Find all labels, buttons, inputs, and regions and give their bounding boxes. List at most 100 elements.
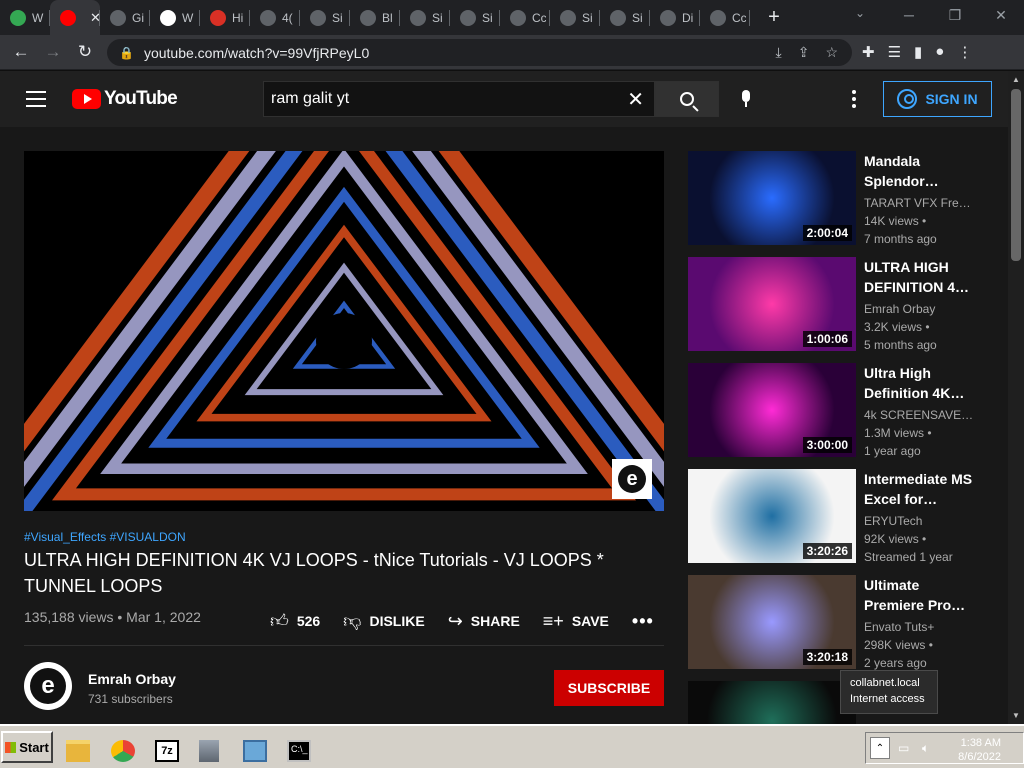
youtube-logo[interactable]: YouTube bbox=[72, 88, 178, 110]
command-prompt-icon[interactable]: C:\_ bbox=[287, 740, 311, 762]
puzzle-globe-icon bbox=[510, 9, 526, 26]
extensions-puzzle-icon[interactable]: ✚ bbox=[862, 43, 875, 61]
like-button[interactable]: 👍︎ 526 bbox=[270, 610, 320, 632]
tooltip-line: collabnet.local bbox=[850, 677, 920, 689]
address-bar[interactable]: 🔒 youtube.com/watch?v=99VfjRPeyL0 ⤓ ⇪ ☆ bbox=[107, 39, 852, 66]
recommended-video[interactable]: 3:20:26 Intermediate MS Excel for… ERYUTec… bbox=[688, 469, 988, 564]
browser-tab[interactable]: Cc bbox=[500, 0, 550, 35]
playlist-add-icon: ≡+ bbox=[542, 610, 564, 631]
lock-icon[interactable]: 🔒 bbox=[119, 46, 134, 60]
url-text: youtube.com/watch?v=99VfjRPeyL0 bbox=[143, 44, 370, 61]
recommended-channel: Emrah Orbay bbox=[864, 302, 936, 316]
browser-tab[interactable]: Si bbox=[300, 0, 350, 35]
wordpress-icon bbox=[160, 9, 176, 26]
recommended-age: Streamed 1 year bbox=[864, 550, 953, 564]
chrome-menu-icon[interactable]: ⋮ bbox=[957, 43, 972, 61]
browser-tab[interactable]: Gi bbox=[100, 0, 150, 35]
windows-taskbar: Start 7z C:\_ ⌃ ▭ 🔈︎ 1:38 AM 8/6/2022 bbox=[0, 724, 1024, 768]
globe-icon bbox=[560, 9, 576, 26]
browser-tab[interactable]: ✕ bbox=[50, 0, 101, 35]
video-duration: 3:00:00 bbox=[802, 437, 852, 453]
share-button[interactable]: ↪ SHARE bbox=[448, 611, 520, 632]
more-actions-icon[interactable]: ••• bbox=[632, 611, 654, 632]
install-app-icon[interactable]: ⤓ bbox=[776, 44, 782, 61]
watch-page: e #Visual_Effects #VISUALDON ULTRA HIGH … bbox=[0, 127, 1008, 724]
network-icon[interactable]: ▭ bbox=[898, 741, 909, 755]
minimize-icon[interactable]: ─ bbox=[886, 0, 932, 30]
start-button[interactable]: Start bbox=[1, 731, 53, 763]
channel-name[interactable]: Emrah Orbay bbox=[88, 671, 176, 687]
search-button[interactable] bbox=[655, 81, 719, 117]
sign-in-button[interactable]: SIGN IN bbox=[883, 81, 992, 117]
search-input[interactable]: ram galit yt ✕ bbox=[263, 81, 655, 117]
page-scrollbar[interactable]: ▲ ▼ bbox=[1008, 71, 1024, 724]
clock[interactable]: 1:38 AM 8/6/2022 bbox=[958, 736, 1001, 764]
browser-tab[interactable]: Si bbox=[600, 0, 650, 35]
start-label: Start bbox=[19, 739, 49, 755]
browser-tab[interactable]: Di bbox=[650, 0, 700, 35]
dislike-button[interactable]: 👎︎ DISLIKE bbox=[343, 610, 425, 632]
bookmark-star-icon[interactable]: ☆ bbox=[825, 44, 838, 61]
video-thumbnail bbox=[688, 681, 856, 724]
browser-tab-strip: W ✕ Gi W Hi 4(Si Bl Si Si Cc Si Si Di Cc + bbox=[0, 0, 1024, 35]
new-tab-icon[interactable]: + bbox=[762, 6, 786, 29]
subscribe-button[interactable]: SUBSCRIBE bbox=[554, 670, 664, 706]
server-manager-icon[interactable] bbox=[199, 740, 219, 762]
scroll-down-icon[interactable]: ▼ bbox=[1012, 711, 1020, 720]
browser-tab[interactable]: Hi bbox=[200, 0, 250, 35]
restore-icon[interactable]: ❐ bbox=[932, 0, 978, 30]
save-button[interactable]: ≡+ SAVE bbox=[543, 611, 609, 632]
reload-icon[interactable]: ↻ bbox=[69, 42, 101, 62]
chrome-icon[interactable] bbox=[111, 740, 135, 762]
tooltip-line: Internet access bbox=[850, 693, 925, 705]
channel-watermark[interactable]: e bbox=[612, 459, 652, 499]
side-panel-icon[interactable]: ▮ bbox=[914, 43, 922, 61]
browser-tab[interactable]: 4( bbox=[250, 0, 300, 35]
red-app-icon bbox=[210, 9, 226, 26]
tab-search-icon[interactable]: ⌄ bbox=[855, 6, 865, 20]
7zip-icon[interactable]: 7z bbox=[155, 740, 179, 762]
scrollbar-thumb[interactable] bbox=[1011, 89, 1021, 261]
back-arrow-icon[interactable]: ← bbox=[5, 42, 37, 62]
hamburger-menu-icon[interactable] bbox=[26, 91, 46, 107]
tab-title: Bl bbox=[382, 10, 393, 25]
tab-title: Si bbox=[432, 10, 443, 25]
browser-tab[interactable]: Si bbox=[450, 0, 500, 35]
browser-tab[interactable]: W bbox=[150, 0, 200, 35]
close-window-icon[interactable]: ✕ bbox=[978, 0, 1024, 30]
media-queue-icon[interactable]: ☰ bbox=[888, 43, 901, 61]
recommended-video[interactable]: 2:00:04 Mandala Splendor… TARART VFX Fre… 1… bbox=[688, 151, 988, 246]
scroll-up-icon[interactable]: ▲ bbox=[1012, 75, 1020, 84]
recommended-video[interactable]: 3:20:18 Ultimate Premiere Pro… Envato Tuts… bbox=[688, 575, 988, 670]
recommended-video[interactable]: 1:00:06 ULTRA HIGH DEFINITION 4… Emrah Orb… bbox=[688, 257, 988, 352]
remote-desktop-icon[interactable] bbox=[243, 740, 267, 762]
recommended-video[interactable]: 3:00:00 Ultra High Definition 4K… 4k SCREE… bbox=[688, 363, 988, 458]
channel-avatar[interactable]: e bbox=[24, 662, 72, 710]
share-arrow-icon: ↪ bbox=[447, 610, 463, 631]
settings-kebab-icon[interactable] bbox=[852, 90, 856, 108]
share-page-icon[interactable]: ⇪ bbox=[798, 44, 810, 61]
show-hidden-icons-button[interactable]: ⌃ bbox=[870, 737, 890, 759]
browser-tab[interactable]: W bbox=[0, 0, 50, 35]
file-explorer-icon[interactable] bbox=[66, 740, 90, 762]
forward-arrow-icon[interactable]: → bbox=[37, 42, 69, 62]
browser-tab[interactable]: Cc bbox=[700, 0, 750, 35]
youtube-header: YouTube ram galit yt ✕ SIGN IN bbox=[0, 71, 1008, 127]
volume-icon[interactable]: 🔈︎ bbox=[922, 741, 929, 756]
profile-icon[interactable]: ● bbox=[935, 43, 944, 61]
tab-title: Hi bbox=[232, 10, 244, 25]
microphone-icon[interactable] bbox=[740, 90, 752, 110]
video-hashtags[interactable]: #Visual_Effects #VISUALDON bbox=[24, 530, 186, 544]
recommended-channel: ERYUTech bbox=[864, 514, 923, 528]
browser-tab[interactable]: Bl bbox=[350, 0, 400, 35]
system-tray: ⌃ ▭ 🔈︎ 1:38 AM 8/6/2022 bbox=[865, 732, 1024, 764]
youtube-icon bbox=[60, 9, 76, 26]
clear-search-icon[interactable]: ✕ bbox=[627, 87, 644, 112]
screen: W ✕ Gi W Hi 4(Si Bl Si Si Cc Si Si Di Cc + ⌄ ─ ❐ ✕ ← →… bbox=[0, 0, 1024, 768]
recommendation-partial[interactable] bbox=[688, 681, 988, 724]
recommended-channel: 4k SCREENSAVE… bbox=[864, 408, 974, 422]
e-logo-icon: e bbox=[618, 465, 646, 493]
browser-tab[interactable]: Si bbox=[550, 0, 600, 35]
browser-tab[interactable]: Si bbox=[400, 0, 450, 35]
video-player[interactable]: e bbox=[24, 151, 664, 511]
